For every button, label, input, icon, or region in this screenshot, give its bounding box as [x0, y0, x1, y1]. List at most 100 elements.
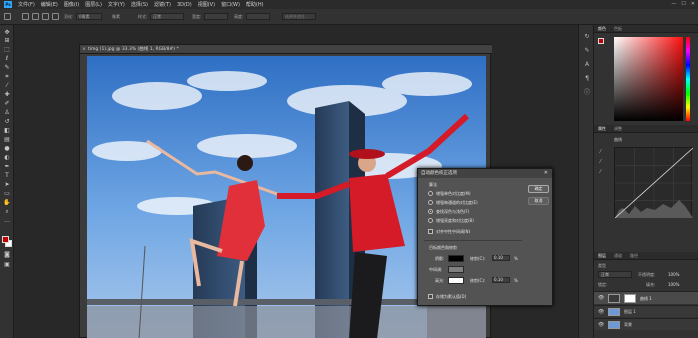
fill-value[interactable]: 100% [668, 282, 679, 287]
visibility-eye-icon[interactable]: 👁 [598, 309, 604, 315]
tab-adjustments[interactable]: 调整 [614, 126, 622, 132]
new-selection-icon[interactable] [22, 13, 29, 20]
tab-properties[interactable]: 属性 [598, 126, 606, 132]
panel-foreground-swatch[interactable] [598, 38, 604, 44]
eyedropper-gray-icon[interactable]: ⁄ [600, 159, 606, 165]
select-and-mask-button[interactable]: 选择并遮住... [282, 13, 316, 20]
clone-stamp-tool-icon[interactable]: ♙ [3, 109, 11, 116]
shadows-clip-field[interactable]: 0.10 [492, 255, 510, 261]
dialog-divider [424, 240, 522, 241]
tab-channels[interactable]: 通道 [614, 253, 622, 259]
snap-neutral-label: 对齐中性中间调(N) [436, 229, 471, 234]
feather-field[interactable]: 0像素 [76, 13, 102, 20]
tab-swatches[interactable]: 色板 [614, 26, 622, 32]
paragraph-icon[interactable]: ¶ [583, 75, 591, 82]
eraser-tool-icon[interactable]: ◧ [3, 127, 11, 134]
menu-edit[interactable]: 编辑(E) [41, 1, 58, 8]
layer-thumbnail [608, 321, 620, 329]
zoom-tool-icon[interactable]: ⌕ [3, 208, 11, 215]
tab-layers[interactable]: 图层 [598, 253, 606, 259]
panel-icon-column: ↻ ✎ A ¶ ⓘ [578, 25, 594, 338]
eyedropper-tool-icon[interactable]: ⁄ [3, 82, 11, 89]
radio-brightness-contrast[interactable] [428, 218, 433, 223]
tab-color[interactable]: 颜色 [598, 26, 606, 32]
style-select[interactable]: 正常 [150, 13, 184, 20]
foreground-color-swatch[interactable] [2, 236, 9, 243]
opacity-value[interactable]: 100% [668, 272, 679, 277]
layer-filter-label[interactable]: 类型 [598, 263, 606, 269]
color-picker-field[interactable] [614, 37, 683, 121]
healing-tool-icon[interactable]: ✚ [3, 91, 11, 98]
add-selection-icon[interactable] [32, 13, 39, 20]
info-icon[interactable]: ⓘ [583, 89, 591, 96]
brush-settings-icon[interactable]: ✎ [583, 47, 591, 54]
menu-help[interactable]: 帮助(H) [246, 1, 264, 8]
blend-mode-select[interactable]: 正常 [598, 271, 632, 278]
minimize-button[interactable]: — [671, 1, 676, 7]
fill-label: 填充: [646, 282, 656, 287]
lasso-tool-icon[interactable]: ℓ [3, 55, 11, 62]
dodge-tool-icon[interactable]: ◐ [3, 154, 11, 161]
layer-row-curves[interactable]: 👁 曲线 1 [594, 291, 698, 304]
menu-image[interactable]: 图像(I) [64, 1, 79, 8]
radio-per-channel-contrast[interactable] [428, 200, 433, 205]
menu-window[interactable]: 窗口(W) [221, 1, 240, 8]
menu-type[interactable]: 文字(Y) [108, 1, 125, 8]
radio-monochromatic-contrast[interactable] [428, 191, 433, 196]
menu-filter[interactable]: 滤镜(T) [154, 1, 171, 8]
hand-tool-icon[interactable]: ✋ [3, 199, 11, 206]
marquee-tool-icon[interactable]: ⬚ [3, 46, 11, 53]
curves-adjustment-thumbnail [608, 294, 620, 303]
highlights-color-swatch[interactable] [448, 277, 464, 284]
menu-file[interactable]: 文件(F) [18, 1, 35, 8]
artboard-tool-icon[interactable]: ⊞ [3, 37, 11, 44]
blur-tool-icon[interactable]: ● [3, 145, 11, 152]
document-tab[interactable]: × timg (1).jpg @ 33.3% (曲线 1, RGB/8#) * [80, 45, 492, 54]
tab-paths[interactable]: 路径 [630, 253, 638, 259]
intersect-selection-icon[interactable] [52, 13, 59, 20]
shape-tool-icon[interactable]: ▭ [3, 190, 11, 197]
crop-tool-icon[interactable]: ⌗ [3, 73, 11, 80]
eyedropper-black-icon[interactable]: ⁄ [600, 149, 606, 155]
height-field[interactable] [246, 13, 270, 20]
radio-find-dark-light[interactable] [428, 209, 433, 214]
highlights-clip-field[interactable]: 0.10 [492, 277, 510, 283]
width-field[interactable] [204, 13, 228, 20]
layer-row-background[interactable]: 👁 背景 [594, 318, 698, 330]
history-brush-tool-icon[interactable]: ↺ [3, 118, 11, 125]
quick-mask-icon[interactable]: ◙ [3, 251, 11, 258]
menu-layer[interactable]: 图层(L) [85, 1, 102, 8]
cancel-button[interactable]: 取消 [528, 197, 549, 205]
menu-3d[interactable]: 3D(D) [177, 2, 192, 8]
pen-tool-icon[interactable]: ✒ [3, 163, 11, 170]
screen-mode-icon[interactable]: ▣ [3, 261, 11, 268]
hue-slider[interactable] [686, 37, 690, 121]
brush-tool-icon[interactable]: ✐ [3, 100, 11, 107]
visibility-eye-icon[interactable]: 👁 [598, 322, 604, 328]
quick-select-tool-icon[interactable]: ✎ [3, 64, 11, 71]
midtones-color-swatch[interactable] [448, 266, 464, 273]
save-defaults-checkbox[interactable] [428, 294, 433, 299]
layer-row-layer1[interactable]: 👁 图层 1 [594, 305, 698, 317]
more-tools-icon[interactable]: … [3, 217, 11, 224]
path-select-tool-icon[interactable]: ➤ [3, 181, 11, 188]
close-document-icon[interactable]: × [82, 45, 86, 54]
dialog-close-icon[interactable]: ✕ [544, 169, 548, 178]
ok-button[interactable]: 确定 [528, 185, 549, 193]
gradient-tool-icon[interactable]: ▤ [3, 136, 11, 143]
move-tool-icon[interactable]: ✥ [3, 29, 11, 36]
snap-neutral-checkbox[interactable] [428, 229, 433, 234]
curves-graph[interactable] [614, 147, 694, 219]
menu-view[interactable]: 视图(V) [198, 1, 215, 8]
menu-select[interactable]: 选择(S) [131, 1, 148, 8]
eyedropper-white-icon[interactable]: ⁄ [600, 169, 606, 175]
subtract-selection-icon[interactable] [42, 13, 49, 20]
history-icon[interactable]: ↻ [583, 33, 591, 40]
character-icon[interactable]: A [583, 61, 591, 68]
type-tool-icon[interactable]: T [3, 172, 11, 179]
close-window-button[interactable]: ✕ [691, 1, 695, 7]
tool-preset-icon[interactable] [4, 13, 11, 20]
shadows-color-swatch[interactable] [448, 255, 464, 262]
maximize-button[interactable]: ☐ [681, 1, 685, 7]
visibility-eye-icon[interactable]: 👁 [598, 295, 604, 301]
